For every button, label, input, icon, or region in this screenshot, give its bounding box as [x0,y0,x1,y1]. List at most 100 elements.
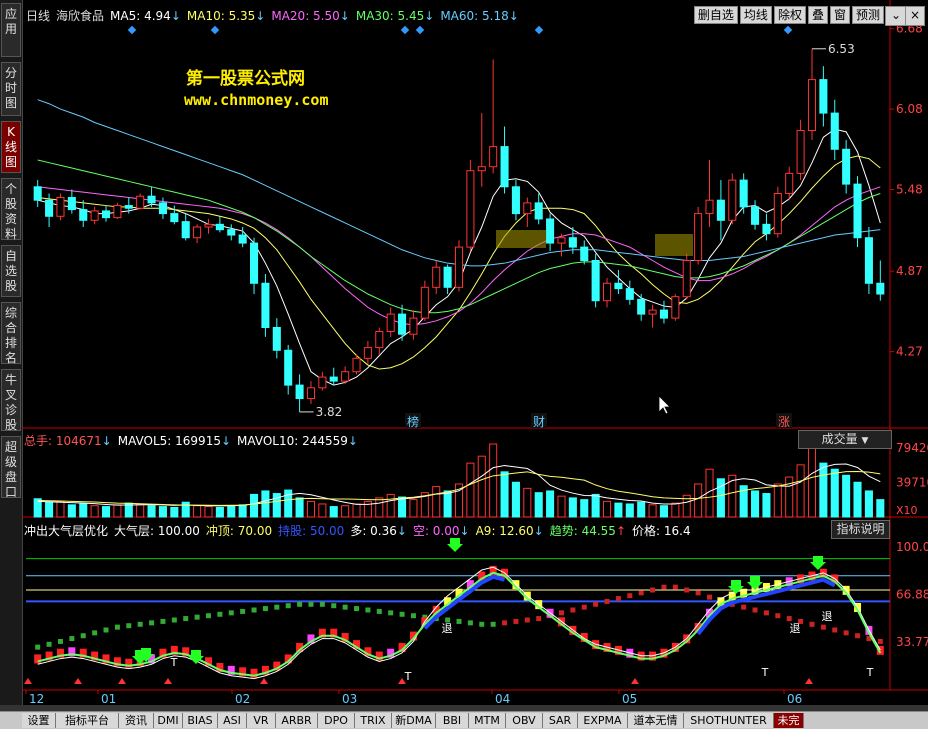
low-price-label: 3.82 [316,405,343,419]
bottom-tab-6[interactable]: VR [247,713,276,728]
left-tab-1[interactable]: 分时图 [1,62,21,116]
volume-bar [796,464,805,518]
candle-body [580,246,589,262]
arrow-up-icon: ↑ [615,524,626,538]
indicator-tick-label: 66.88 [896,587,928,601]
candle-body [318,376,327,389]
minimize-button[interactable]: ⌄ [885,6,907,26]
candle-body [830,112,839,150]
left-tab-0[interactable]: 应用 [1,3,21,57]
kong-square [388,610,394,616]
bottom-tab-11[interactable]: BBI [436,713,469,728]
kong-square [35,644,41,650]
indicator-header-item-1: 大气层: 100.00 [114,524,200,538]
price-header-item-5: MA30: 5.45↓ [356,9,434,23]
candle-body [625,288,634,300]
candle-body [352,357,361,373]
indicator-annotation: 退 [822,610,833,623]
kong-square [183,616,189,622]
toolbar-button-4[interactable]: 窗 [829,6,850,24]
toolbar-button-2[interactable]: 除权 [773,6,806,24]
watermark-url: www.chnmoney.com [184,91,329,109]
volume-header-item-0: 总手: 104671↓ [24,434,112,448]
kong-square [126,623,132,629]
toolbar-button-3[interactable]: 叠 [807,6,828,24]
left-tab-2[interactable]: K线图 [1,121,21,173]
bottom-tab-14[interactable]: SAR [543,713,578,728]
arrow-down-icon: ↓ [220,434,232,448]
left-tab-3[interactable]: 个股资料 [1,178,21,241]
bottom-tab-18[interactable]: 未完 [774,713,804,728]
kong-square [786,616,792,622]
candle-body [637,298,646,315]
candle-body [420,286,429,319]
trend-brick [34,654,42,664]
left-tab-4[interactable]: 自选股 [1,245,21,297]
bottom-tab-1[interactable]: 指标平台 [56,713,119,728]
candle-body [158,202,167,215]
event-marker: 榜 [407,414,419,429]
indicator-header-item-text: A9: 12.60 [475,524,534,538]
indicator-header-item-6: A9: 12.60↓ [476,524,544,538]
bottom-tab-16[interactable]: 道本无情 [628,713,684,728]
candle-body [454,246,464,288]
volume-bar [398,496,407,518]
bottom-tab-7[interactable]: ARBR [276,713,318,728]
candle-body [671,296,680,319]
bottom-tab-0[interactable]: 设置 [22,713,56,728]
indicator-explain-button[interactable]: 指标说明 [831,520,890,539]
bottom-tab-4[interactable]: BIAS [183,713,218,728]
indicator-header-item-text: 冲顶: 70.00 [205,524,273,538]
stock-chart[interactable]: 6.686.085.484.874.276.533.82榜财涨 79420397… [22,0,928,705]
left-tab-5[interactable]: 综合排名 [1,302,21,365]
price-tick-label: 4.27 [896,345,923,359]
volume-header-item-2: MAVOL10: 244559↓ [237,434,358,448]
kong-square [593,601,599,607]
bottom-tab-5[interactable]: ASI [218,713,247,728]
kong-square [604,598,610,604]
candle-body [819,79,828,114]
toolbar-button-0[interactable]: 删自选 [693,6,738,24]
watermark-title: 第一股票公式网 [186,69,305,89]
bottom-tab-3[interactable]: DMI [154,713,183,728]
bottom-tab-9[interactable]: TRIX [355,713,392,728]
volume-bar [762,493,771,518]
indicator-panel[interactable]: 100.0066.8833.77TTTT退退退 [22,517,928,691]
kong-square [137,621,143,627]
candle-body [659,309,668,319]
bottom-tab-8[interactable]: DPO [318,713,355,728]
volume-bar [614,502,623,518]
high-price-label: 6.53 [828,42,855,56]
indicator-header-item-7: 趋势: 44.55↑ [550,524,626,538]
candle-body [227,229,236,236]
candle-body [864,237,873,284]
bottom-tab-2[interactable]: 资讯 [119,713,154,728]
bottom-tab-17[interactable]: SHOTHUNTER [684,713,774,728]
volume-bar [432,486,441,518]
candle-body [136,195,145,209]
bottom-tab-15[interactable]: EXPMA [578,713,628,728]
left-tab-6[interactable]: 牛叉诊股 [1,369,21,432]
kong-square [638,590,644,596]
left-tab-7[interactable]: 超级盘口 [1,436,21,499]
volume-header-item-text: 总手: 104671 [24,434,102,448]
bottom-tab-10[interactable]: 新DMA [392,713,436,728]
volume-indicator-dropdown[interactable]: 成交量 ▼ [798,430,892,449]
candle-body [329,376,338,382]
toolbar-button-1[interactable]: 均线 [739,6,772,24]
volume-bar [500,471,509,518]
event-diamond-icon [210,25,220,35]
buy-arrow-icon [447,538,463,552]
kong-square [820,624,826,630]
volume-bar [329,506,338,518]
volume-bar [204,506,213,518]
indicator-header-item-3: 持股: 50.00 [278,524,344,538]
bottom-tab-12[interactable]: MTM [469,713,506,728]
bottom-tab-13[interactable]: OBV [506,713,543,728]
toolbar-button-5[interactable]: 预测 [851,6,884,24]
kong-square [843,630,849,636]
volume-bar [352,503,361,518]
candle-body [853,183,862,239]
close-button[interactable]: × [905,6,925,26]
price-panel[interactable]: 6.686.085.484.874.276.533.82榜财涨 [22,0,928,429]
